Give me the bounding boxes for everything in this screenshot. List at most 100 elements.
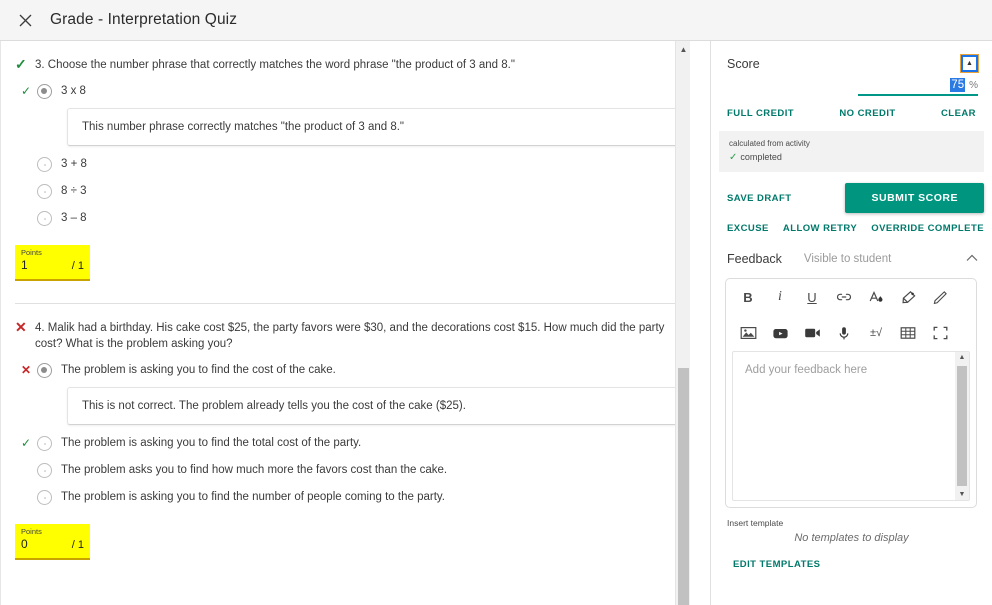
override-complete-button[interactable]: OVERRIDE COMPLETE [871, 223, 984, 234]
score-value: 75 [950, 78, 966, 92]
score-input[interactable]: 75 % [858, 78, 978, 96]
points-label: Points [21, 248, 42, 257]
underline-icon[interactable]: U [796, 285, 828, 309]
insert-template-label: Insert template [727, 518, 784, 528]
option-label: The problem is asking you to find the to… [61, 437, 362, 449]
clear-button[interactable]: CLEAR [941, 108, 976, 119]
fullscreen-icon[interactable] [924, 321, 956, 345]
points-label: Points [21, 527, 42, 536]
option-radio[interactable] [37, 463, 52, 478]
allow-retry-button[interactable]: ALLOW RETRY [783, 223, 857, 234]
scroll-down-icon[interactable]: ▼ [955, 491, 969, 498]
pencil-icon[interactable] [924, 285, 956, 309]
no-credit-button[interactable]: NO CREDIT [839, 108, 895, 119]
option-row: ✕ The problem is asking you to find the … [15, 362, 677, 379]
option-row: 8 ÷ 3 [15, 183, 677, 200]
option-label: 3 x 8 [61, 85, 86, 97]
calculated-from-activity-box: calculated from activity ✓ completed [719, 131, 984, 172]
submit-score-button[interactable]: SUBMIT SCORE [845, 183, 984, 213]
calculated-note: calculated from activity [729, 139, 810, 148]
editor-toolbar-row-2: ±√ [726, 315, 976, 351]
question-text: 4. Malik had a birthday. His cake cost $… [35, 322, 665, 350]
credit-actions: FULL CREDIT NO CREDIT CLEAR [711, 96, 992, 119]
scrollbar-thumb[interactable] [957, 366, 967, 486]
highlighter-icon[interactable] [892, 285, 924, 309]
option-radio[interactable] [37, 84, 52, 99]
question-text: 3. Choose the number phrase that correct… [35, 59, 515, 71]
feedback-placeholder: Add your feedback here [745, 364, 868, 376]
option-radio[interactable] [37, 363, 52, 378]
edit-templates-button[interactable]: EDIT TEMPLATES [733, 559, 820, 570]
option-feedback-text: This number phrase correctly matches "th… [82, 121, 405, 133]
secondary-actions: EXCUSE ALLOW RETRY OVERRIDE COMPLETE [711, 213, 992, 234]
questions-scrollbar[interactable]: ▲ [675, 41, 690, 605]
points-input-q4[interactable]: Points 0 / 1 [15, 524, 90, 560]
full-credit-button[interactable]: FULL CREDIT [727, 108, 794, 119]
points-max: / 1 [71, 539, 84, 551]
excuse-button[interactable]: EXCUSE [727, 223, 769, 234]
option-row: 3 – 8 [15, 210, 677, 227]
option-label: The problem is asking you to find the co… [61, 364, 336, 376]
score-input-wrapper: 75 % [727, 78, 978, 96]
scroll-up-icon[interactable]: ▲ [955, 354, 969, 361]
completed-label: completed [740, 152, 782, 162]
option-row: ✓ The problem is asking you to find the … [15, 435, 677, 452]
points-max: / 1 [71, 260, 84, 272]
feedback-title: Feedback [727, 252, 782, 266]
scroll-up-icon[interactable]: ▲ [676, 45, 690, 54]
main-content-area: ✓ 3. Choose the number phrase that corre… [0, 41, 992, 605]
option-row: The problem is asking you to find the nu… [15, 489, 677, 506]
check-icon: ✓ [729, 152, 738, 163]
save-draft-button[interactable]: SAVE DRAFT [727, 193, 792, 204]
option-feedback-text: This is not correct. The problem already… [82, 400, 466, 412]
collapse-up-icon[interactable]: ▲ [960, 54, 979, 73]
question-header: ✓ 3. Choose the number phrase that corre… [15, 41, 677, 73]
scrollbar-thumb[interactable] [678, 368, 689, 605]
points-value: 0 [21, 537, 28, 551]
option-radio[interactable] [37, 436, 52, 451]
option-radio[interactable] [37, 157, 52, 172]
question-header: ✕ 4. Malik had a birthday. His cake cost… [15, 304, 677, 352]
question-block-4: ✕ 4. Malik had a birthday. His cake cost… [1, 304, 690, 506]
video-icon[interactable] [796, 321, 828, 345]
microphone-icon[interactable] [828, 321, 860, 345]
table-icon[interactable] [892, 321, 924, 345]
feedback-textarea[interactable]: Add your feedback here ▲ ▼ [732, 351, 970, 501]
feedback-editor: B i U ±√ Add your feedback here ▲ ▼ [725, 278, 977, 508]
question-block-3: ✓ 3. Choose the number phrase that corre… [1, 41, 690, 227]
no-templates-message: No templates to display [794, 532, 909, 544]
option-row: ✓ 3 x 8 [15, 83, 677, 100]
option-status-icon: ✓ [21, 436, 32, 450]
option-status-icon: ✓ [21, 84, 32, 98]
points-value: 1 [21, 258, 28, 272]
chevron-up-icon[interactable] [966, 254, 978, 265]
question-status-icon: ✕ [15, 319, 27, 335]
option-radio[interactable] [37, 211, 52, 226]
option-row: The problem asks you to find how much mo… [15, 462, 677, 479]
youtube-icon[interactable] [764, 321, 796, 345]
option-radio[interactable] [37, 184, 52, 199]
questions-pane: ✓ 3. Choose the number phrase that corre… [0, 41, 690, 605]
editor-toolbar-row-1: B i U [726, 279, 976, 315]
page-title: Grade - Interpretation Quiz [50, 11, 238, 28]
math-equation-icon[interactable]: ±√ [860, 321, 892, 345]
option-label: 8 ÷ 3 [61, 185, 87, 197]
option-label: 3 – 8 [61, 212, 87, 224]
option-label: The problem asks you to find how much mo… [61, 464, 448, 476]
bold-icon[interactable]: B [732, 285, 764, 309]
completion-status: ✓ completed [729, 151, 974, 164]
image-icon[interactable] [732, 321, 764, 345]
score-title: Score [727, 56, 760, 71]
italic-icon[interactable]: i [764, 285, 796, 309]
text-color-icon[interactable] [860, 285, 892, 309]
feedback-visibility: Visible to student [803, 253, 892, 265]
points-input-q3[interactable]: Points 1 / 1 [15, 245, 90, 281]
grading-sidebar: Score ▲ 75 % FULL CREDIT NO CREDIT CLEAR… [710, 41, 992, 605]
close-icon[interactable] [8, 3, 42, 37]
link-icon[interactable] [828, 285, 860, 309]
feedback-scrollbar[interactable]: ▲ ▼ [955, 352, 969, 500]
score-unit: % [969, 80, 978, 91]
option-feedback-card: This is not correct. The problem already… [67, 387, 690, 425]
option-radio[interactable] [37, 490, 52, 505]
score-header: Score ▲ [711, 41, 992, 73]
